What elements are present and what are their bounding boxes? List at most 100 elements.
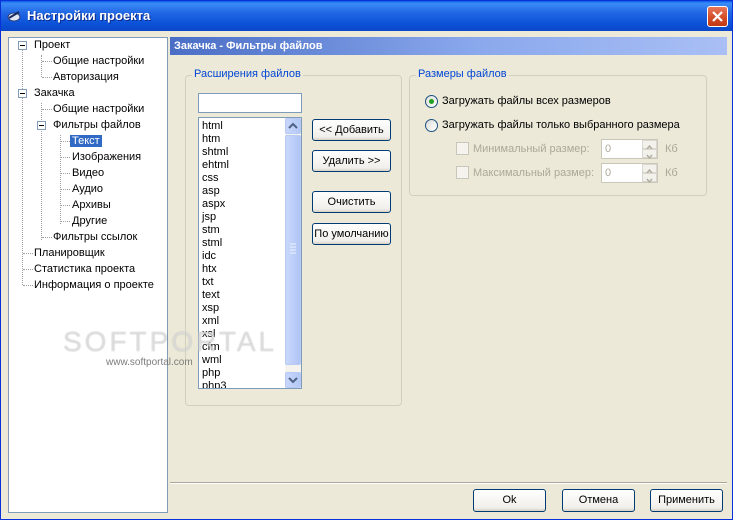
tree-line	[61, 173, 70, 174]
tree-line	[61, 189, 70, 190]
list-item[interactable]: xsp	[202, 302, 219, 315]
settings-window: Настройки проекта Проект Общие настройки…	[0, 0, 733, 520]
tree-line	[42, 109, 52, 110]
close-button[interactable]	[707, 6, 728, 27]
tree-line	[23, 285, 33, 286]
list-scrollbar[interactable]	[285, 118, 301, 388]
list-item[interactable]: ehtml	[202, 159, 229, 172]
list-item[interactable]: jsp	[202, 211, 216, 224]
tree-item-download-general[interactable]: Общие настройки	[53, 102, 144, 117]
list-item[interactable]: stml	[202, 237, 222, 250]
tree-item-project-info[interactable]: Информация о проекте	[34, 278, 154, 293]
tree-collapse-icon[interactable]	[18, 89, 27, 98]
list-item[interactable]: shtml	[202, 146, 228, 159]
tree-item-link-filters[interactable]: Фильтры ссылок	[53, 230, 137, 245]
tree-line	[23, 253, 33, 254]
spin-up-button[interactable]	[642, 164, 657, 174]
max-size-spin-buttons	[642, 164, 657, 184]
window-title: Настройки проекта	[27, 8, 151, 23]
remove-button[interactable]: Удалить >>	[312, 150, 391, 172]
tree-line	[41, 55, 42, 77]
list-item[interactable]: php	[202, 367, 220, 380]
radio-all-sizes[interactable]	[425, 95, 438, 108]
tree-item-download[interactable]: Закачка	[34, 86, 75, 101]
extension-input[interactable]	[198, 93, 302, 113]
tree-item-label: Статистика проекта	[34, 263, 136, 275]
tree-item-label: Изображения	[72, 151, 142, 163]
spin-up-button[interactable]	[642, 140, 657, 150]
scroll-up-button[interactable]	[285, 118, 301, 134]
list-item[interactable]: aspx	[202, 198, 225, 211]
max-size-unit: Кб	[665, 167, 678, 179]
max-size-checkbox[interactable]	[456, 166, 469, 179]
radio-selected-size[interactable]	[425, 119, 438, 132]
tree-item-label: Видео	[72, 167, 105, 179]
list-item[interactable]: css	[202, 172, 219, 185]
tree-item-project-general[interactable]: Общие настройки	[53, 54, 144, 69]
close-icon	[712, 11, 723, 22]
tree-item-text[interactable]: Текст	[70, 134, 102, 149]
ok-button[interactable]: Ok	[473, 489, 546, 512]
list-item[interactable]: txt	[202, 276, 214, 289]
tree-item-authorization[interactable]: Авторизация	[53, 70, 119, 85]
app-icon	[7, 11, 21, 22]
max-size-value: 0	[605, 167, 612, 179]
tree-item-images[interactable]: Изображения	[72, 150, 141, 165]
title-bar[interactable]: Настройки проекта	[1, 1, 732, 31]
tree-item-audio[interactable]: Аудио	[72, 182, 103, 197]
list-item[interactable]: asp	[202, 185, 220, 198]
tree-collapse-icon[interactable]	[37, 121, 46, 130]
min-size-label: Минимальный размер:	[473, 143, 590, 155]
tree-item-file-filters[interactable]: Фильтры файлов	[53, 118, 141, 133]
default-button[interactable]: По умолчанию	[312, 223, 391, 245]
spin-down-button[interactable]	[642, 149, 657, 160]
chevron-down-icon	[288, 377, 298, 384]
tree-line	[42, 77, 52, 78]
settings-tree[interactable]: Проект Общие настройки Авторизация Закач…	[8, 37, 168, 513]
tree-item-label: Фильтры файлов	[53, 119, 141, 131]
tree-item-label: Общие настройки	[53, 55, 145, 67]
apply-button[interactable]: Применить	[650, 489, 723, 512]
min-size-stepper[interactable]: 0	[601, 139, 658, 160]
tree-item-other[interactable]: Другие	[72, 214, 107, 229]
tree-item-archives[interactable]: Архивы	[72, 198, 111, 213]
tree-item-label: Другие	[72, 215, 108, 227]
watermark-url: www.softportal.com	[106, 357, 193, 368]
tree-item-label: Общие настройки	[53, 103, 145, 115]
footer-separator	[170, 482, 727, 484]
radio-all-sizes-label[interactable]: Загружать файлы всех размеров	[442, 95, 611, 107]
tree-line	[42, 237, 52, 238]
list-item[interactable]: htx	[202, 263, 217, 276]
sizes-group-title: Размеры файлов	[416, 68, 509, 80]
chevron-up-icon	[288, 122, 298, 129]
list-item[interactable]: html	[202, 120, 223, 133]
list-item[interactable]: stm	[202, 224, 220, 237]
list-item[interactable]: idc	[202, 250, 216, 263]
add-button[interactable]: << Добавить	[312, 119, 391, 141]
max-size-stepper[interactable]: 0	[601, 163, 658, 184]
list-item[interactable]: text	[202, 289, 220, 302]
watermark-logo: SOFTPORTAL	[63, 326, 278, 357]
clear-button[interactable]: Очистить	[312, 191, 391, 213]
tree-item-label: Проект	[34, 39, 71, 51]
tree-item-statistics[interactable]: Статистика проекта	[34, 262, 135, 277]
scroll-down-button[interactable]	[285, 372, 301, 388]
list-item[interactable]: htm	[202, 133, 220, 146]
scroll-thumb[interactable]	[285, 135, 301, 365]
radio-selected-size-label[interactable]: Загружать файлы только выбранного размер…	[442, 119, 680, 131]
tree-item-scheduler[interactable]: Планировщик	[34, 246, 105, 261]
list-item[interactable]: php3	[202, 380, 226, 388]
section-header: Закачка - Фильтры файлов	[170, 37, 727, 55]
cancel-button[interactable]: Отмена	[562, 489, 635, 512]
grip-icon	[290, 243, 296, 254]
chevron-down-icon	[646, 154, 653, 160]
chevron-down-icon	[646, 178, 653, 184]
tree-item-video[interactable]: Видео	[72, 166, 104, 181]
tree-item-label: Фильтры ссылок	[53, 231, 138, 243]
tree-item-label: Архивы	[72, 199, 111, 211]
tree-collapse-icon[interactable]	[18, 41, 27, 50]
min-size-checkbox[interactable]	[456, 142, 469, 155]
tree-item-label: Планировщик	[34, 247, 105, 259]
spin-down-button[interactable]	[642, 173, 657, 184]
tree-item-project[interactable]: Проект	[34, 38, 70, 53]
